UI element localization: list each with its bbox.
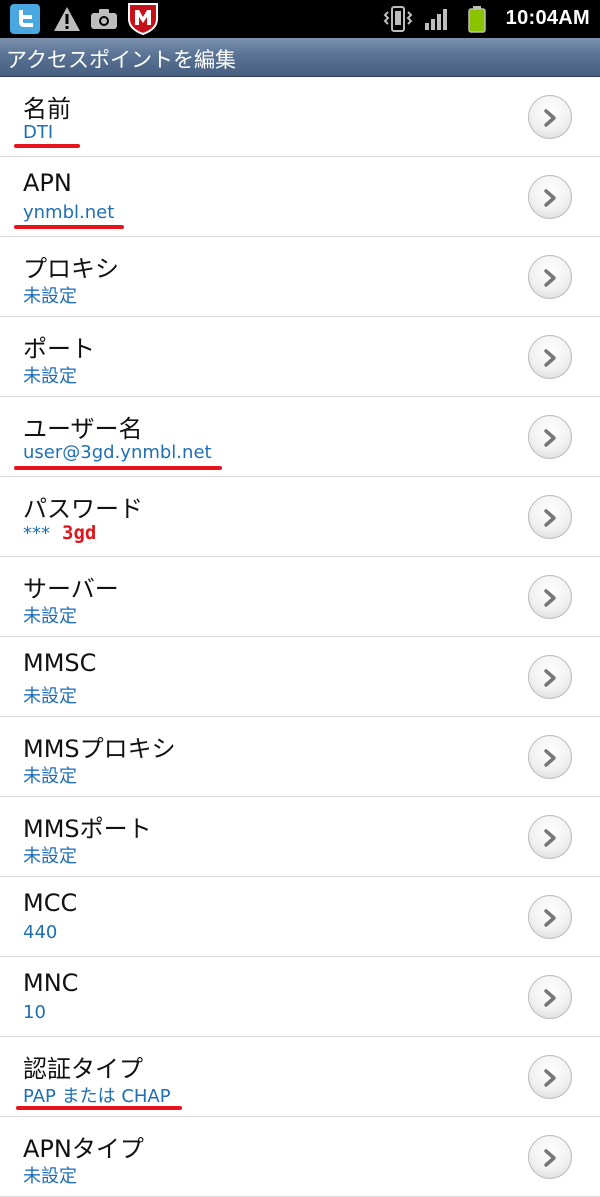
chevron-right-icon bbox=[528, 415, 572, 459]
list-item-mcc[interactable]: MCC 440 bbox=[0, 877, 600, 957]
vibrate-icon bbox=[382, 6, 414, 36]
chevron-right-icon bbox=[528, 575, 572, 619]
item-value: 未設定 bbox=[23, 366, 77, 387]
item-label: ユーザー名 bbox=[23, 415, 143, 443]
item-value-row: *** 3gd bbox=[23, 522, 96, 544]
item-value: ynmbl.net bbox=[23, 202, 115, 223]
status-bar: 10:04AM bbox=[0, 0, 600, 38]
item-label: MMSプロキシ bbox=[23, 735, 176, 763]
list-item-proxy[interactable]: プロキシ 未設定 bbox=[0, 237, 600, 317]
item-value: *** bbox=[23, 523, 50, 544]
chevron-right-icon bbox=[528, 815, 572, 859]
list-item-apn[interactable]: APN ynmbl.net bbox=[0, 157, 600, 237]
item-value: DTI bbox=[23, 122, 54, 143]
list-item-mms-port[interactable]: MMSポート 未設定 bbox=[0, 797, 600, 877]
item-value: 440 bbox=[23, 922, 58, 943]
chevron-right-icon bbox=[528, 975, 572, 1019]
battery-icon bbox=[466, 5, 488, 37]
item-label: MMSポート bbox=[23, 815, 152, 843]
chevron-right-icon bbox=[528, 1135, 572, 1179]
list-item-name[interactable]: 名前 DTI bbox=[0, 77, 600, 157]
list-item-apn-type[interactable]: APNタイプ 未設定 bbox=[0, 1117, 600, 1197]
list-item-mms-proxy[interactable]: MMSプロキシ 未設定 bbox=[0, 717, 600, 797]
list-item-auth-type[interactable]: 認証タイプ PAP または CHAP bbox=[0, 1037, 600, 1117]
item-value: 未設定 bbox=[23, 606, 77, 627]
item-label: 認証タイプ bbox=[23, 1055, 143, 1083]
item-label: パスワード bbox=[23, 495, 143, 523]
apn-settings-list: 名前 DTI APN ynmbl.net プロキシ 未設定 ポート 未設定 ユー… bbox=[0, 77, 600, 1197]
item-label: APN bbox=[23, 169, 72, 197]
item-value: 未設定 bbox=[23, 686, 77, 707]
status-clock: 10:04AM bbox=[505, 7, 590, 29]
list-item-mnc[interactable]: MNC 10 bbox=[0, 957, 600, 1037]
item-label: MCC bbox=[23, 889, 78, 917]
item-label: サーバー bbox=[23, 575, 119, 603]
item-label: プロキシ bbox=[23, 255, 119, 283]
chevron-right-icon bbox=[528, 1055, 572, 1099]
item-label: 名前 bbox=[23, 95, 71, 123]
chevron-right-icon bbox=[528, 495, 572, 539]
item-label: MMSC bbox=[23, 649, 97, 677]
item-value: 未設定 bbox=[23, 1166, 77, 1187]
annotation-underline bbox=[14, 144, 80, 148]
camera-icon bbox=[90, 8, 118, 34]
list-item-password[interactable]: パスワード *** 3gd bbox=[0, 477, 600, 557]
password-annotation: 3gd bbox=[62, 522, 97, 544]
chevron-right-icon bbox=[528, 735, 572, 779]
chevron-right-icon bbox=[528, 175, 572, 219]
mcafee-icon bbox=[126, 1, 160, 36]
twitter-icon bbox=[10, 4, 40, 34]
list-item-port[interactable]: ポート 未設定 bbox=[0, 317, 600, 397]
signal-icon bbox=[424, 7, 450, 35]
chevron-right-icon bbox=[528, 895, 572, 939]
item-label: ポート bbox=[23, 335, 95, 363]
chevron-right-icon bbox=[528, 655, 572, 699]
warning-icon bbox=[53, 6, 81, 36]
item-label: APNタイプ bbox=[23, 1135, 144, 1163]
chevron-right-icon bbox=[528, 255, 572, 299]
item-value: 未設定 bbox=[23, 846, 77, 867]
chevron-right-icon bbox=[528, 335, 572, 379]
list-item-server[interactable]: サーバー 未設定 bbox=[0, 557, 600, 637]
item-value: 10 bbox=[23, 1002, 46, 1023]
annotation-underline bbox=[14, 225, 124, 229]
item-value: PAP または CHAP bbox=[23, 1086, 171, 1107]
item-label: MNC bbox=[23, 969, 79, 997]
annotation-underline bbox=[16, 1106, 182, 1110]
page-title: アクセスポイントを編集 bbox=[6, 48, 236, 72]
chevron-right-icon bbox=[528, 95, 572, 139]
item-value: 未設定 bbox=[23, 286, 77, 307]
annotation-underline bbox=[14, 466, 222, 470]
item-value: 未設定 bbox=[23, 766, 77, 787]
item-value: user@3gd.ynmbl.net bbox=[23, 442, 212, 463]
title-bar: アクセスポイントを編集 bbox=[0, 38, 600, 77]
list-item-username[interactable]: ユーザー名 user@3gd.ynmbl.net bbox=[0, 397, 600, 477]
list-item-mmsc[interactable]: MMSC 未設定 bbox=[0, 637, 600, 717]
